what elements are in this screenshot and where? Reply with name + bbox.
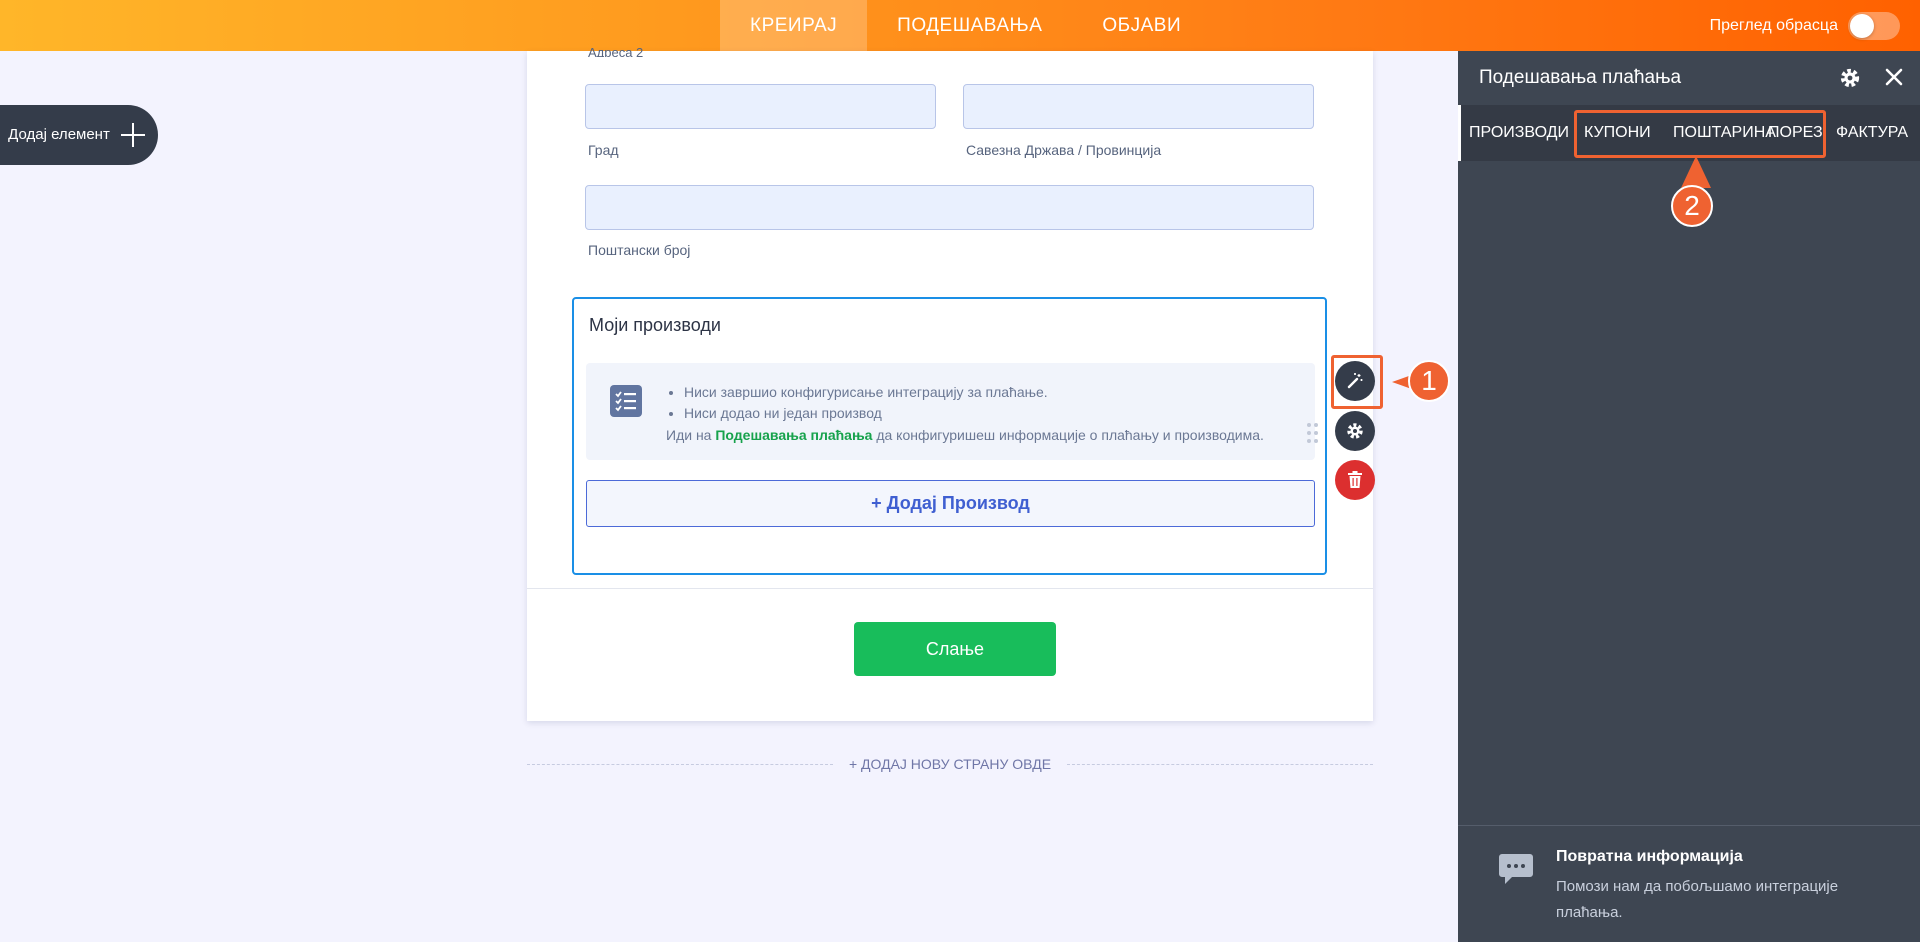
field-settings-button[interactable] <box>1335 411 1375 451</box>
warning-go-prefix: Иди на <box>666 427 716 443</box>
trash-icon <box>1348 471 1362 488</box>
state-input[interactable] <box>963 84 1314 129</box>
gear-icon <box>1347 423 1363 439</box>
form-preview-toggle[interactable] <box>1848 11 1900 40</box>
city-label: Град <box>588 142 619 158</box>
tab-build[interactable]: КРЕИРАЈ <box>720 0 868 51</box>
add-element-button[interactable]: Додај елемент <box>0 105 158 165</box>
address-line2-label: Адреса 2 <box>588 45 644 57</box>
form-preview: Преглед обрасца <box>1710 0 1900 51</box>
products-warning: Ниси завршио конфигурисање интеграцију з… <box>586 363 1318 460</box>
products-title: Моји производи <box>589 315 721 335</box>
zip-label: Поштански број <box>588 242 691 258</box>
add-element-label: Додај елемент <box>8 126 110 143</box>
state-label: Савезна Држава / Провинција <box>966 142 1162 158</box>
magic-wand-icon <box>1347 373 1363 389</box>
add-new-page: + ДОДАЈ НОВУ СТРАНУ ОВДЕ <box>527 753 1374 775</box>
tab-publish[interactable]: ОБЈАВИ <box>1072 0 1211 51</box>
drag-handle-icon[interactable] <box>1307 423 1319 449</box>
panel-close-button[interactable] <box>1883 66 1905 88</box>
annotation-highlight-2 <box>1574 110 1826 158</box>
magic-wand-button[interactable] <box>1335 361 1375 401</box>
tab-products[interactable]: ПРОИЗВОДИ <box>1458 105 1569 161</box>
annotation-badge-1: 1 <box>1408 360 1450 402</box>
delete-field-button[interactable] <box>1335 460 1375 500</box>
warning-item: Ниси завршио конфигурисање интеграцију з… <box>684 382 1264 403</box>
warning-go-text: Иди на Подешавања плаћања да конфигурише… <box>666 425 1264 446</box>
warning-item: Ниси додао ни један производ <box>684 403 1264 424</box>
submit-button[interactable]: Слање <box>854 622 1056 676</box>
warning-list: Ниси завршио конфигурисање интеграцију з… <box>666 382 1264 446</box>
tab-settings[interactable]: ПОДЕШАВАЊА <box>867 0 1072 51</box>
products-field[interactable]: Моји производи Ниси завршио конфигурисањ… <box>572 297 1327 575</box>
payment-settings-link[interactable]: Подешавања плаћања <box>715 427 872 443</box>
form-canvas: Адреса 2 Град Савезна Држава / Провинциј… <box>527 45 1373 721</box>
top-tabs: КРЕИРАЈ ПОДЕШАВАЊА ОБЈАВИ <box>720 0 1211 51</box>
panel-settings-button[interactable] <box>1839 67 1861 89</box>
dashed-line <box>527 763 833 765</box>
warning-go-suffix: да конфигуришеш информације о плаћању и … <box>872 427 1264 443</box>
tab-invoice[interactable]: ФАКТУРА <box>1836 105 1908 161</box>
gear-icon <box>1840 68 1860 88</box>
annotation-badge-2: 2 <box>1671 185 1713 227</box>
plus-icon <box>118 120 148 150</box>
feedback-title: Повратна информација <box>1556 848 1743 865</box>
add-product-button[interactable]: + Додај Производ <box>586 480 1315 527</box>
top-navigation-bar: КРЕИРАЈ ПОДЕШАВАЊА ОБЈАВИ Преглед обрасц… <box>0 0 1920 51</box>
feedback-section[interactable]: Повратна информација Помози нам да побољ… <box>1458 825 1920 942</box>
dashed-line <box>1067 763 1374 765</box>
checklist-icon <box>610 385 642 417</box>
panel-title: Подешавања плаћања <box>1479 67 1682 88</box>
chat-bubble-icon <box>1498 852 1534 891</box>
toggle-knob <box>1850 13 1874 38</box>
feedback-text: Помози нам да побољшамо интеграције плаћ… <box>1556 878 1839 921</box>
divider <box>527 588 1373 589</box>
form-preview-label: Преглед обрасца <box>1709 16 1838 34</box>
city-input[interactable] <box>585 84 936 129</box>
zip-input[interactable] <box>585 185 1314 230</box>
close-icon <box>1885 68 1903 86</box>
add-new-page-link[interactable]: + ДОДАЈ НОВУ СТРАНУ ОВДЕ <box>833 756 1067 772</box>
panel-header: Подешавања плаћања <box>1458 51 1920 105</box>
